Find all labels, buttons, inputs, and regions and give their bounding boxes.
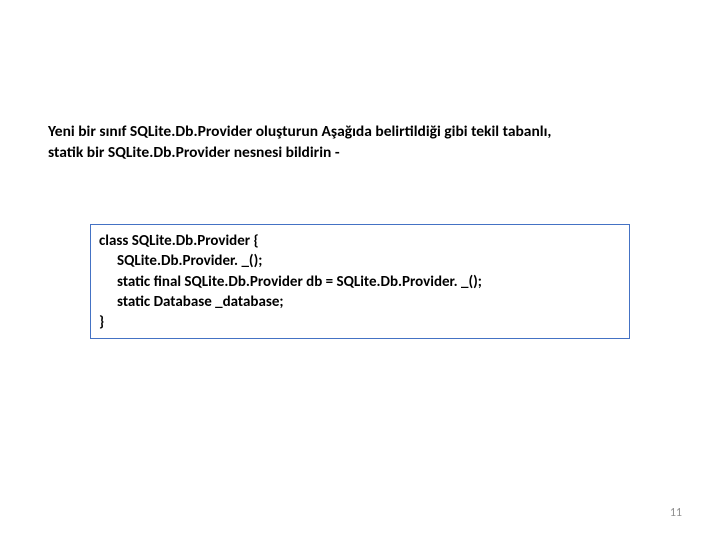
page-number: 11 bbox=[670, 506, 682, 520]
code-line-1: class SQLite.Db.Provider { bbox=[99, 231, 621, 251]
code-line-4: static Database _database; bbox=[99, 292, 621, 312]
code-box: class SQLite.Db.Provider { SQLite.Db.Pro… bbox=[90, 224, 630, 339]
description-line-2: statik bir SQLite.Db.Provider nesnesi bi… bbox=[48, 143, 668, 164]
slide: Yeni bir sınıf SQLite.Db.Provider oluştu… bbox=[0, 0, 720, 540]
description-line-1: Yeni bir sınıf SQLite.Db.Provider oluştu… bbox=[48, 122, 668, 143]
code-line-5: } bbox=[99, 312, 621, 332]
code-line-3: static final SQLite.Db.Provider db = SQL… bbox=[99, 272, 621, 292]
code-line-2: SQLite.Db.Provider. _(); bbox=[99, 251, 621, 271]
description-text: Yeni bir sınıf SQLite.Db.Provider oluştu… bbox=[48, 122, 668, 164]
